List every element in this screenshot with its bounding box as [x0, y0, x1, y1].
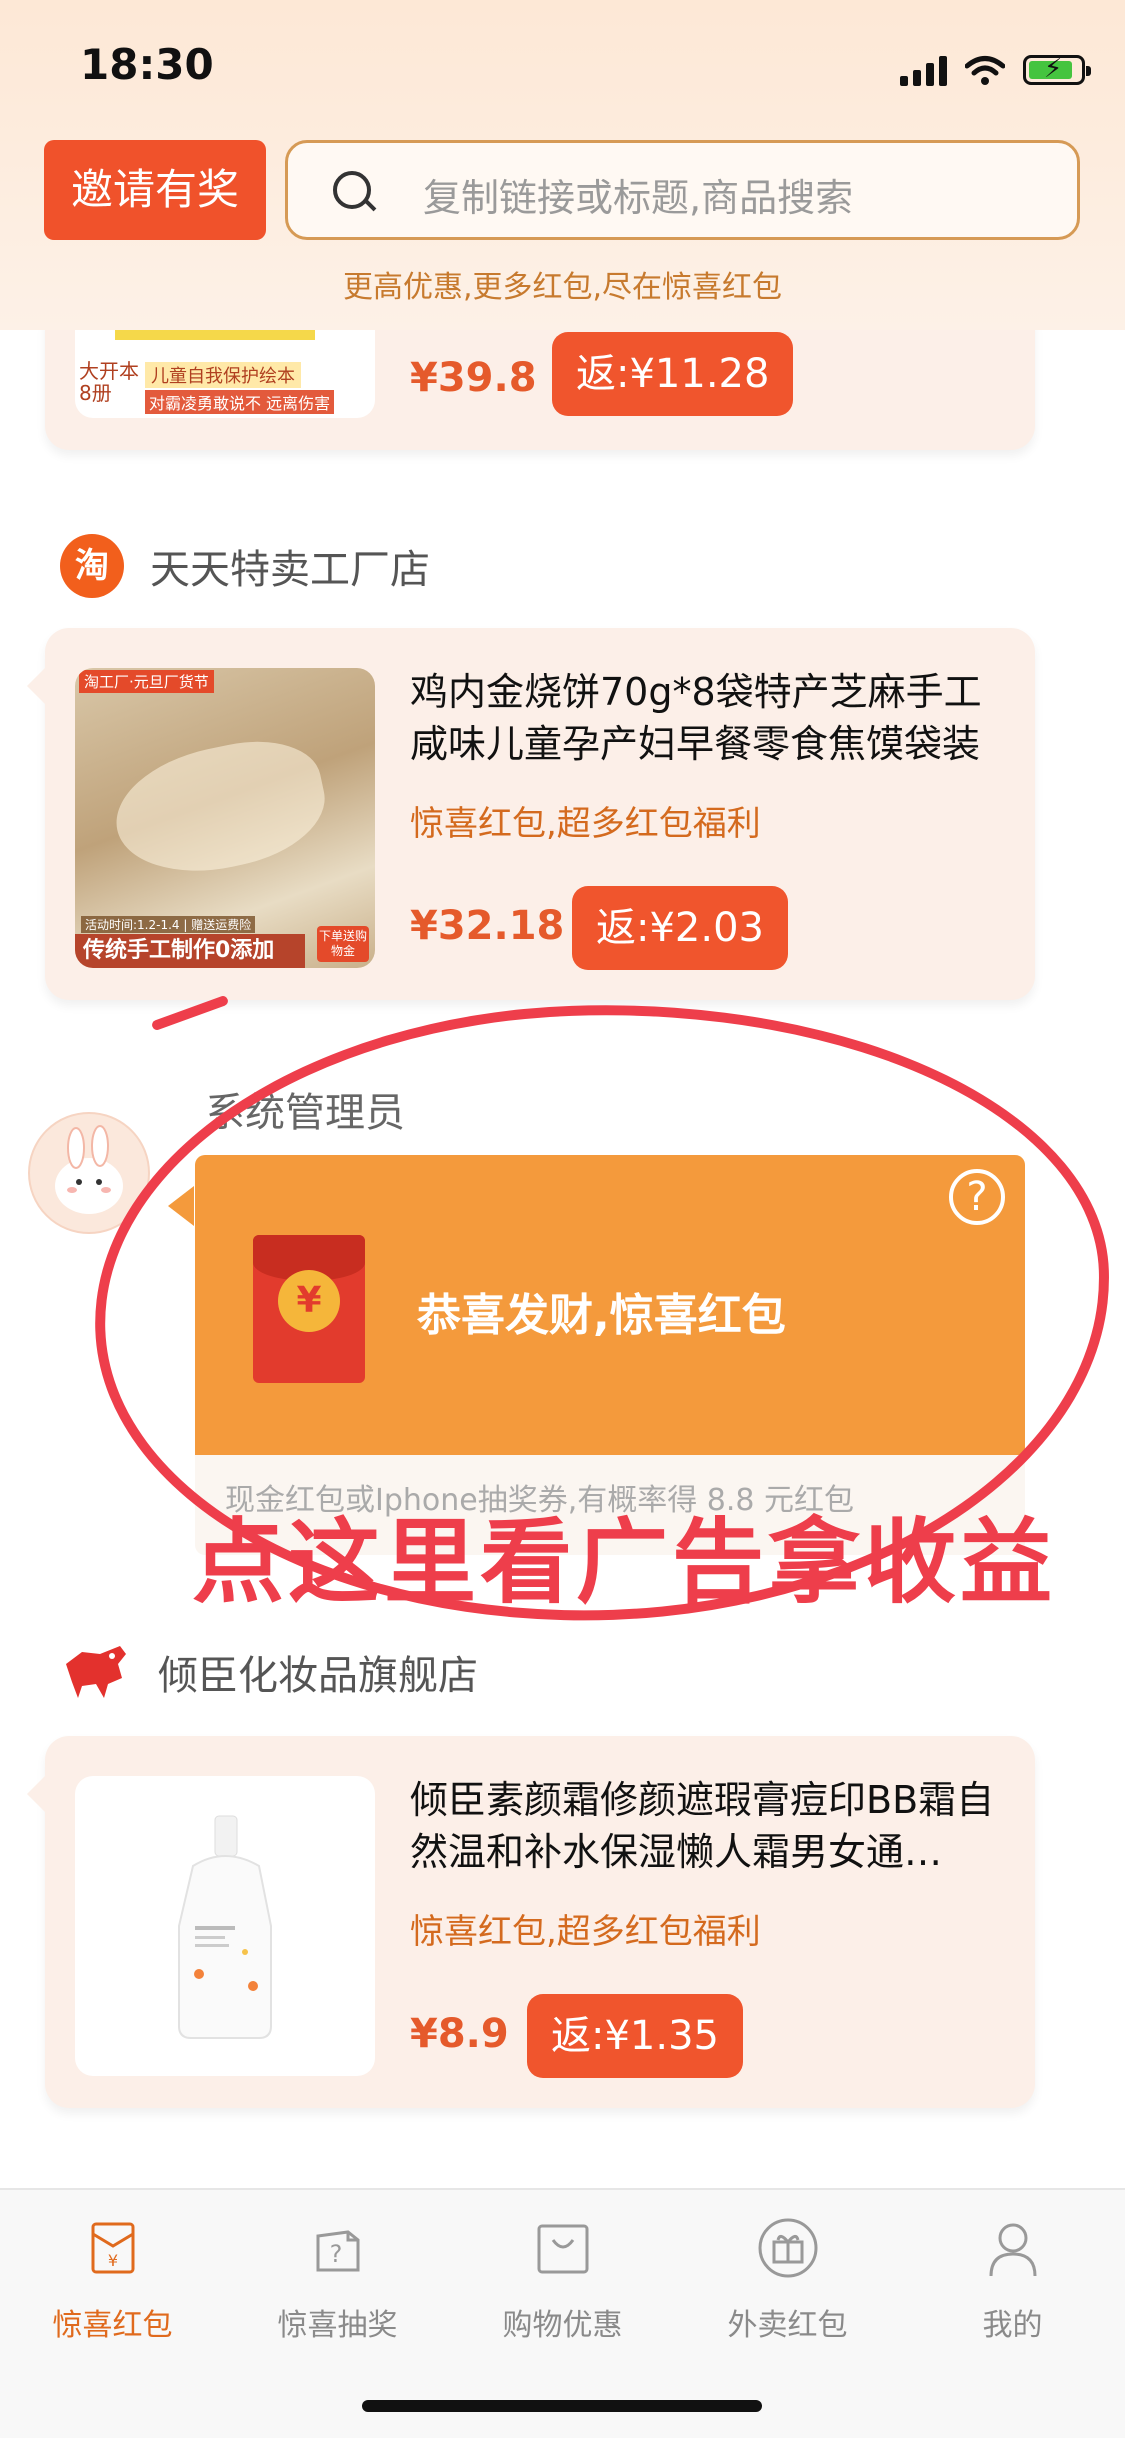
tab-profile[interactable]: 我的 [900, 2218, 1125, 2344]
shop-name: 天天特卖工厂店 [150, 547, 430, 593]
gift-icon [758, 2218, 818, 2278]
search-placeholder: 复制链接或标题,商品搜索 [423, 176, 854, 220]
tab-surprise-lottery[interactable]: ? 惊喜抽奖 [225, 2218, 450, 2344]
image-text: 淘工厂·元旦厂货节 [79, 670, 214, 693]
product-price: ¥8.9 [410, 2011, 509, 2057]
tab-label: 惊喜红包 [52, 2308, 173, 2343]
shop-header[interactable]: 倾臣化妆品旗舰店 [60, 1640, 478, 1704]
home-indicator[interactable] [362, 2400, 762, 2412]
product-image[interactable]: 淘工厂·元旦厂货节 活动时间:1.2-1.4 | 赠送运费险 传统手工制作0添加… [75, 668, 375, 968]
image-text: 对霸凌勇敢说不 远离伤害 [145, 390, 335, 414]
lottery-box-icon: ? [308, 2218, 368, 2278]
tab-label: 外卖红包 [727, 2308, 848, 2343]
product-card[interactable]: 倾臣素颜霜修颜遮瑕膏痘印BB霜自然温和补水保湿懒人霜男女通… 惊喜红包,超多红包… [27, 1736, 1035, 2108]
rebate-badge[interactable]: 返:¥11.28 [552, 332, 794, 416]
svg-text:?: ? [329, 2240, 342, 2268]
cellular-signal-icon [900, 54, 947, 86]
image-badge: 下单送购物金 [317, 926, 369, 962]
tab-label: 我的 [982, 2308, 1043, 2343]
product-card[interactable]: 淘工厂·元旦厂货节 活动时间:1.2-1.4 | 赠送运费险 传统手工制作0添加… [27, 628, 1035, 1000]
image-text: 传统手工制作0添加 [75, 934, 305, 968]
product-title[interactable]: 倾臣素颜霜修颜遮瑕膏痘印BB霜自然温和补水保湿懒人霜男女通… [410, 1774, 1010, 1878]
bubble-tail [27, 668, 45, 704]
product-title[interactable]: 鸡内金烧饼70g*8袋特产芝麻手工咸味儿童孕产妇早餐零食焦馍袋装 [410, 666, 1010, 770]
search-icon [333, 171, 371, 209]
product-subtitle: 惊喜红包,超多红包福利 [410, 804, 761, 844]
status-time: 18:30 [80, 40, 214, 89]
content-scroll[interactable]: 大开本8册 儿童自我保护绘本 对霸凌勇敢说不 远离伤害 ¥39.8 返:¥11.… [0, 0, 1125, 2436]
header-slogan: 更高优惠,更多红包,尽在惊喜红包 [342, 270, 783, 305]
image-text: 儿童自我保护绘本 [145, 362, 301, 388]
image-text: 大开本8册 [79, 359, 139, 405]
product-image[interactable] [75, 1776, 375, 2076]
image-text: 活动时间:1.2-1.4 | 赠送运费险 [81, 916, 256, 933]
tab-shopping-deals[interactable]: 购物优惠 [450, 2218, 675, 2344]
shopping-bag-icon [533, 2218, 593, 2278]
top-header: 18:30 ⚡ 邀请有奖 复制链接或标题,商品搜索 更高优惠,更多红包,尽在惊喜… [0, 0, 1125, 330]
shop-header[interactable]: 淘 天天特卖工厂店 [60, 534, 430, 598]
shop-name: 倾臣化妆品旗舰店 [158, 1653, 478, 1699]
svg-text:¥: ¥ [107, 2251, 117, 2270]
wifi-icon [965, 56, 1005, 85]
product-subtitle: 惊喜红包,超多红包福利 [410, 1912, 761, 1952]
bubble-tail [27, 1776, 45, 1812]
product-price: ¥32.18 [410, 903, 565, 949]
search-input[interactable]: 复制链接或标题,商品搜索 [285, 140, 1080, 240]
tab-takeout-redpacket[interactable]: 外卖红包 [675, 2218, 900, 2344]
rebate-badge[interactable]: 返:¥1.35 [527, 1994, 743, 2078]
rebate-badge[interactable]: 返:¥2.03 [572, 886, 788, 970]
tab-label: 惊喜抽奖 [277, 2308, 398, 2343]
taobao-icon: 淘 [60, 534, 124, 598]
red-packet-icon: ¥ [83, 2218, 143, 2278]
product-price: ¥39.8 [410, 355, 537, 401]
status-icons: ⚡ [900, 50, 1091, 90]
battery-charging-icon: ⚡ [1023, 54, 1091, 85]
annotation-stroke [150, 994, 230, 1032]
user-icon [983, 2218, 1043, 2278]
invite-reward-button[interactable]: 邀请有奖 [44, 140, 266, 240]
tab-label: 购物优惠 [502, 2308, 623, 2343]
annotation-text: 点这里看广告拿收益 [192, 1509, 1057, 1616]
jd-dog-icon [60, 1640, 132, 1704]
tab-surprise-redpacket[interactable]: ¥ 惊喜红包 [0, 2218, 225, 2344]
